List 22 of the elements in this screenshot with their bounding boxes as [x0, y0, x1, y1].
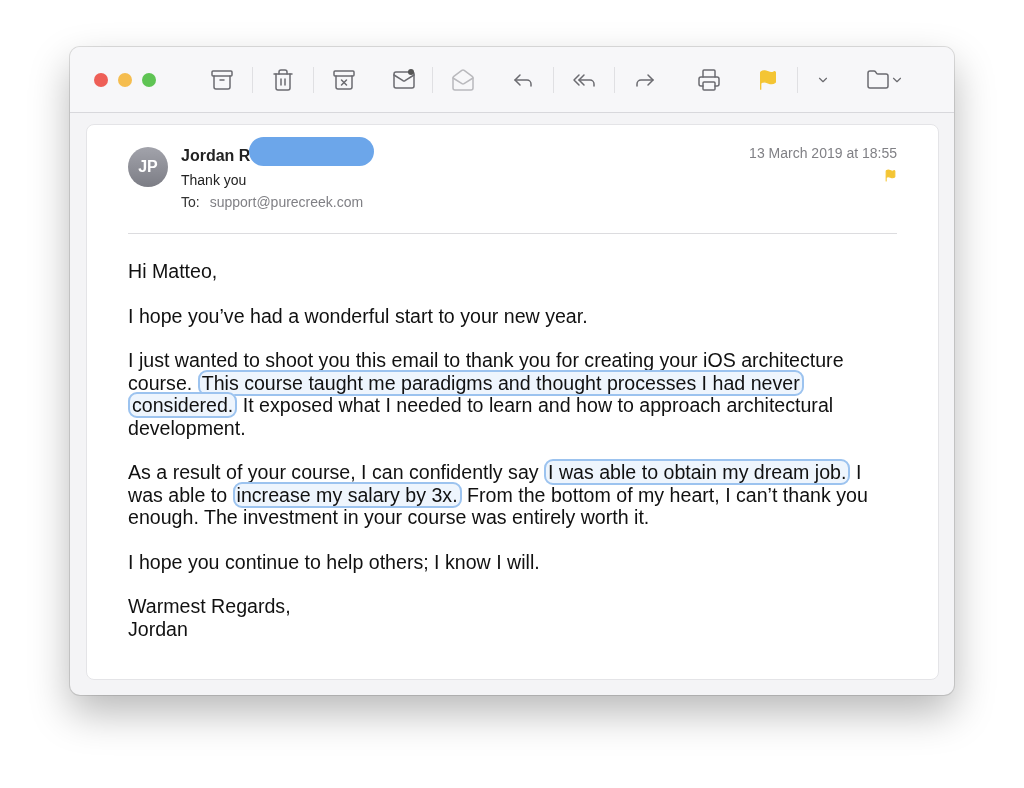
- body-paragraph: I just wanted to shoot you this email to thank you for creating your iOS architecture course. This course taught me paradigms and thought processes I had never considered. It exposed what I needed to learn and how to approach architectural development.: [128, 349, 845, 439]
- body-paragraph: As a result of your course, I can confidently say I was able to obtain my dream job. I was able to increase my salary by 3x. From the bottom of my heart, I can’t thank you enough. The investment in your course was entirely worth it.: [128, 461, 869, 529]
- archive-box-icon: [210, 67, 234, 92]
- zoom-button[interactable]: [142, 72, 156, 87]
- recipient-address: support@purecreek.com: [209, 194, 364, 210]
- box-x-icon: [332, 67, 356, 92]
- body-paragraph: Hi Matteo,: [128, 260, 219, 283]
- minimize-button[interactable]: [118, 72, 132, 87]
- print-icon: [697, 67, 721, 92]
- trash-icon: [271, 67, 295, 92]
- to-label: To:: [181, 194, 200, 210]
- open-envelope-icon: [451, 67, 475, 92]
- subject: Thank you: [181, 172, 248, 188]
- body-paragraph: I hope you’ve had a wonderful start to your new year.: [128, 304, 589, 327]
- close-button[interactable]: [94, 72, 108, 87]
- body-paragraph: I hope you continue to help others; I know I will.: [128, 550, 541, 573]
- avatar: JP: [128, 147, 168, 187]
- sender-name: Jordan R: [181, 146, 251, 165]
- message-date: 13 March 2019 at 18:55: [749, 145, 897, 161]
- body-paragraph: Warmest Regards, Jordan: [128, 595, 292, 640]
- folder-icon: [866, 67, 890, 92]
- flag-icon: [757, 68, 779, 91]
